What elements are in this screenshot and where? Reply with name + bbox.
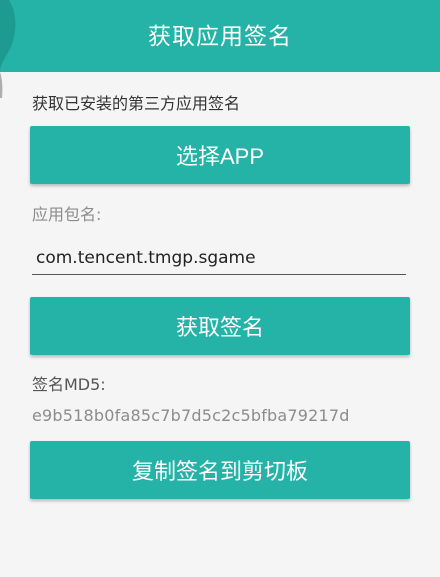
- toolbar: 获取应用签名: [0, 0, 440, 72]
- md5-label: 签名MD5:: [32, 375, 106, 394]
- app-screen: 获取应用签名 获取已安装的第三方应用签名 选择APP 应用包名: 获取签名 签名…: [0, 0, 440, 577]
- select-app-button[interactable]: 选择APP: [30, 126, 410, 184]
- package-name-label: 应用包名:: [32, 205, 102, 224]
- get-signature-button[interactable]: 获取签名: [30, 297, 410, 355]
- package-name-input[interactable]: [32, 244, 406, 272]
- toolbar-title: 获取应用签名: [148, 24, 292, 50]
- md5-value: e9b518b0fa85c7b7d5c2c5bfba79217d: [32, 406, 350, 425]
- copy-signature-button[interactable]: 复制签名到剪切板: [30, 441, 410, 499]
- page-subtitle: 获取已安装的第三方应用签名: [32, 94, 241, 113]
- corner-decoration-icon: [0, 0, 16, 98]
- package-name-field: [32, 244, 406, 275]
